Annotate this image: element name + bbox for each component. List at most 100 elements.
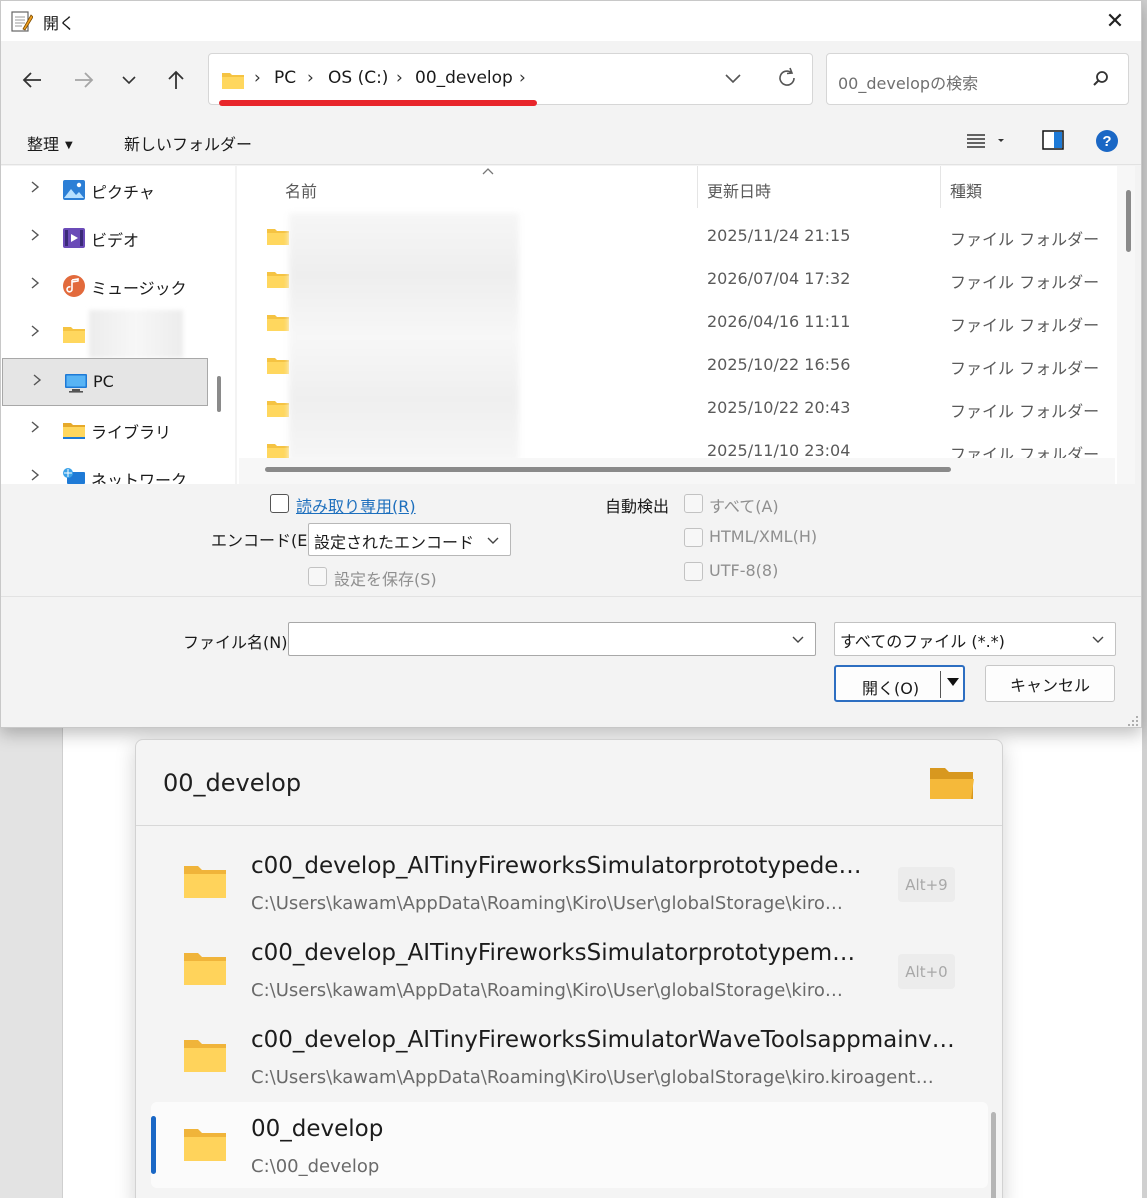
scrollbar-thumb[interactable] bbox=[1126, 190, 1131, 252]
nav-item-label: ピクチャ bbox=[91, 183, 155, 202]
launcher-result-selected[interactable]: 00_develop C:\00_develop bbox=[151, 1102, 988, 1188]
open-button[interactable]: 開く(O) bbox=[834, 665, 965, 702]
save-setting-checkbox[interactable] bbox=[308, 567, 327, 586]
breadcrumb-separator: › bbox=[254, 68, 261, 88]
help-icon[interactable]: ? bbox=[1095, 129, 1119, 153]
launcher-result[interactable]: c00_develop_AITinyFireworksSimulatorWave… bbox=[151, 1013, 988, 1099]
organize-label: 整理 bbox=[27, 135, 60, 154]
file-modified-date: 2025/10/22 16:56 bbox=[707, 355, 851, 374]
background-edge bbox=[1142, 0, 1147, 1198]
breadcrumb-separator: › bbox=[307, 68, 314, 88]
column-divider[interactable] bbox=[940, 166, 941, 208]
folder-icon bbox=[267, 315, 289, 331]
search-box[interactable]: 00_developの検索 bbox=[826, 53, 1129, 105]
nav-item-label: PC bbox=[93, 372, 114, 391]
nav-item-label: ライブラリ bbox=[91, 423, 172, 442]
folder-icon bbox=[184, 1040, 226, 1072]
forward-button[interactable] bbox=[67, 63, 101, 97]
up-folder-button[interactable] bbox=[159, 63, 193, 97]
organize-button[interactable]: 整理 ▼ bbox=[27, 131, 73, 155]
result-title: c00_develop_AITinyFireworksSimulatorprot… bbox=[251, 853, 862, 879]
preview-pane-icon[interactable] bbox=[1042, 130, 1064, 150]
open-menu-arrow-icon[interactable] bbox=[946, 677, 960, 687]
redacted-file-names bbox=[289, 213, 519, 461]
html-xml-label: HTML/XML(H) bbox=[709, 527, 818, 546]
scrollbar-thumb[interactable] bbox=[265, 467, 951, 472]
column-divider[interactable] bbox=[697, 166, 698, 208]
file-modified-date: 2026/04/16 11:11 bbox=[707, 312, 851, 331]
launcher-scrollbar[interactable] bbox=[991, 1112, 996, 1198]
encode-select[interactable]: 設定されたエンコード bbox=[308, 523, 511, 556]
column-header-modified[interactable]: 更新日時 bbox=[707, 178, 771, 202]
launcher-result[interactable]: c00_develop_AITinyFireworksSimulatorprot… bbox=[151, 839, 988, 925]
read-only-checkbox[interactable] bbox=[270, 494, 289, 513]
navpane-scrollbar[interactable] bbox=[217, 376, 221, 412]
html-xml-checkbox[interactable] bbox=[684, 528, 703, 547]
read-only-label[interactable]: 読み取り専用(R) bbox=[296, 493, 416, 517]
cancel-button[interactable]: キャンセル bbox=[985, 665, 1115, 702]
result-path: C:\Users\kawam\AppData\Roaming\Kiro\User… bbox=[251, 1067, 934, 1088]
filename-input[interactable] bbox=[288, 622, 816, 656]
file-type-filter[interactable]: すべてのファイル (*.*) bbox=[834, 622, 1116, 656]
folder-launcher-popup: 00_develop c00_develop_AITinyFireworksSi… bbox=[135, 739, 1003, 1198]
nav-item-videos[interactable]: ビデオ bbox=[1, 214, 207, 262]
recent-locations-button[interactable] bbox=[112, 63, 146, 97]
annotation-underline bbox=[219, 100, 537, 106]
view-options-icon[interactable] bbox=[966, 133, 1006, 149]
nav-item-pc[interactable]: PC bbox=[2, 358, 208, 406]
horizontal-scrollbar[interactable] bbox=[239, 458, 1115, 484]
nav-item-pictures[interactable]: ピクチャ bbox=[1, 166, 207, 214]
open-options: 読み取り専用(R) エンコード(E): 設定されたエンコード 設定を保存(S) … bbox=[1, 485, 1141, 597]
navigation-pane[interactable]: ピクチャ ビデオ ミュージック PC ライブラリ ネットワーク bbox=[1, 166, 235, 484]
dialog-footer: ファイル名(N): すべてのファイル (*.*) 開く(O) キャンセル bbox=[1, 597, 1141, 727]
utf8-label: UTF-8(8) bbox=[709, 561, 779, 580]
folder-icon bbox=[63, 327, 85, 343]
svg-text:?: ? bbox=[1102, 133, 1111, 150]
utf8-checkbox[interactable] bbox=[684, 562, 703, 581]
resize-grip-icon[interactable] bbox=[1127, 715, 1139, 727]
result-path: C:\Users\kawam\AppData\Roaming\Kiro\User… bbox=[251, 893, 843, 914]
launcher-result[interactable]: c00_develop_AITinyFireworksSimulatorprot… bbox=[151, 926, 988, 1012]
chevron-down-icon[interactable] bbox=[791, 632, 805, 646]
back-button[interactable] bbox=[15, 63, 49, 97]
split-divider bbox=[940, 671, 941, 698]
chevron-right-icon[interactable] bbox=[29, 180, 41, 194]
chevron-right-icon[interactable] bbox=[29, 420, 41, 434]
breadcrumb-pc[interactable]: PC bbox=[274, 68, 296, 88]
column-header-type[interactable]: 種類 bbox=[950, 178, 982, 202]
sort-ascending-icon bbox=[482, 168, 494, 175]
nav-item-music[interactable]: ミュージック bbox=[1, 262, 207, 310]
folder-icon bbox=[267, 272, 289, 288]
shortcut-badge: Alt+9 bbox=[898, 867, 955, 902]
refresh-icon[interactable] bbox=[775, 66, 799, 90]
file-type: ファイル フォルダー bbox=[950, 402, 1100, 421]
file-modified-date: 2025/10/22 20:43 bbox=[707, 398, 851, 417]
all-checkbox[interactable] bbox=[684, 494, 703, 513]
nav-item-library[interactable]: ライブラリ bbox=[1, 406, 207, 454]
close-button[interactable]: ✕ bbox=[1089, 1, 1141, 41]
chevron-right-icon[interactable] bbox=[31, 373, 43, 387]
breadcrumb-current[interactable]: 00_develop bbox=[415, 68, 513, 88]
new-folder-button[interactable]: 新しいフォルダー bbox=[124, 131, 252, 155]
vertical-scrollbar[interactable] bbox=[1117, 166, 1135, 484]
chevron-right-icon[interactable] bbox=[29, 324, 41, 338]
breadcrumb-drive[interactable]: OS (C:) bbox=[328, 68, 388, 88]
address-history-icon[interactable] bbox=[723, 68, 743, 88]
nav-item-label: ビデオ bbox=[91, 231, 140, 250]
nav-item-network[interactable]: ネットワーク bbox=[1, 454, 207, 484]
address-bar[interactable]: › PC › OS (C:) › 00_develop › bbox=[208, 53, 813, 106]
encode-value: 設定されたエンコード bbox=[314, 533, 475, 552]
chevron-right-icon[interactable] bbox=[29, 468, 41, 482]
nav-item-folder[interactable] bbox=[1, 310, 207, 358]
chevron-right-icon[interactable] bbox=[29, 228, 41, 242]
folder-icon bbox=[184, 1129, 226, 1161]
nav-item-label: ミュージック bbox=[91, 279, 187, 298]
chevron-right-icon[interactable] bbox=[29, 276, 41, 290]
result-title: c00_develop_AITinyFireworksSimulatorprot… bbox=[251, 940, 856, 966]
column-header-name[interactable]: 名前 bbox=[285, 178, 317, 202]
file-type: ファイル フォルダー bbox=[950, 273, 1100, 292]
caret-down-icon: ▼ bbox=[65, 140, 73, 151]
window-title: 開く bbox=[43, 14, 76, 33]
library-icon bbox=[63, 423, 85, 439]
launcher-query[interactable]: 00_develop bbox=[163, 769, 301, 797]
